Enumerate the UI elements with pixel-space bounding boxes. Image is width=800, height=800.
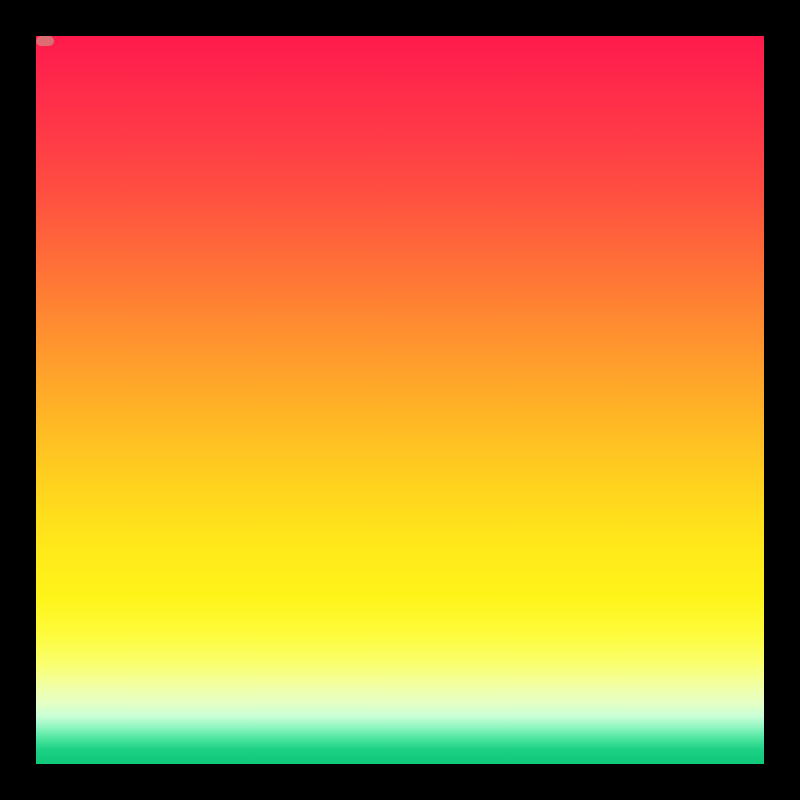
plot-area <box>36 36 764 764</box>
chart-frame <box>0 0 800 800</box>
bottleneck-curve <box>36 36 764 764</box>
optimal-point-marker <box>36 36 54 46</box>
